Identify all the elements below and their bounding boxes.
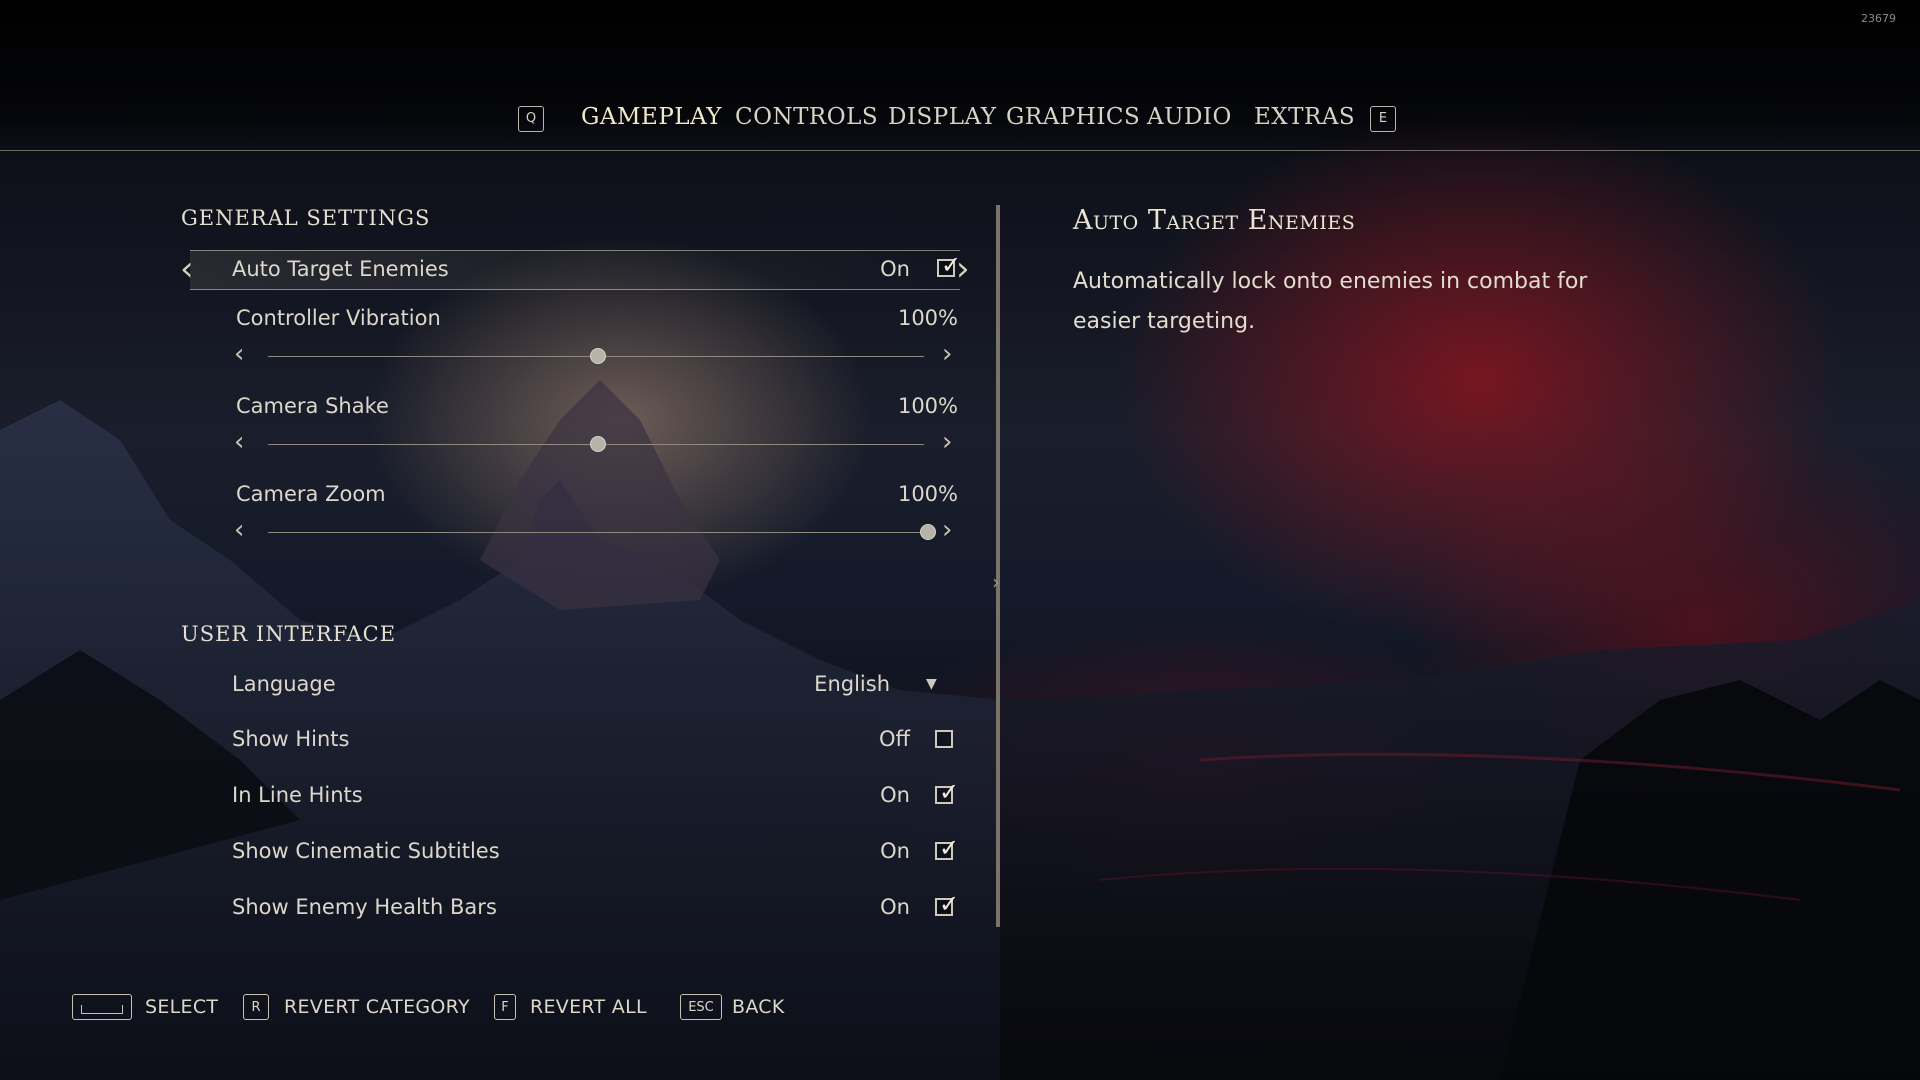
chevron-left-icon[interactable]: ‹ bbox=[234, 517, 244, 543]
controller-vibration-thumb[interactable] bbox=[590, 348, 606, 364]
enemy-health-bars-checkbox[interactable]: ✓ bbox=[935, 892, 959, 916]
tab-extras[interactable]: EXTRAS bbox=[1254, 104, 1355, 130]
category-tabs: Q GAMEPLAY CONTROLS DISPLAY GRAPHICS AUD… bbox=[0, 96, 1920, 140]
cinematic-subtitles-value: On bbox=[880, 839, 910, 863]
select-action[interactable]: SELECT bbox=[145, 996, 218, 1018]
show-hints-label: Show Hints bbox=[232, 727, 350, 751]
show-hints-value: Off bbox=[879, 727, 910, 751]
chevron-left-icon[interactable]: ‹ bbox=[234, 429, 244, 455]
camera-shake-thumb[interactable] bbox=[590, 436, 606, 452]
back-action[interactable]: BACK bbox=[732, 996, 785, 1018]
chevron-right-icon[interactable]: › bbox=[942, 429, 952, 455]
revert-category-key: R bbox=[243, 994, 269, 1020]
prev-tab-key[interactable]: Q bbox=[518, 106, 544, 132]
auto-target-checkbox[interactable]: ✓ bbox=[937, 253, 961, 277]
description-text: Automatically lock onto enemies in comba… bbox=[1073, 269, 1588, 334]
nav-divider bbox=[0, 150, 1920, 151]
camera-shake-label: Camera Shake bbox=[236, 394, 389, 418]
controller-vibration-value: 100% bbox=[897, 306, 958, 330]
scroll-handle-icon[interactable]: › bbox=[992, 570, 1000, 594]
build-number: 23679 bbox=[1861, 12, 1896, 25]
check-icon: ✓ bbox=[941, 251, 962, 279]
language-dropdown[interactable]: English bbox=[770, 672, 890, 696]
section-user-interface: USER INTERFACE bbox=[181, 622, 397, 646]
chevron-right-icon[interactable]: › bbox=[942, 517, 952, 543]
chevron-right-icon[interactable]: › bbox=[942, 341, 952, 367]
auto-target-label: Auto Target Enemies bbox=[232, 257, 449, 281]
esc-key: ESC bbox=[680, 994, 722, 1020]
camera-zoom-label: Camera Zoom bbox=[236, 482, 386, 506]
in-line-hints-checkbox[interactable]: ✓ bbox=[935, 780, 959, 804]
tab-audio[interactable]: AUDIO bbox=[1147, 104, 1232, 130]
check-icon: ✓ bbox=[939, 890, 960, 918]
enemy-health-bars-value: On bbox=[880, 895, 910, 919]
in-line-hints-value: On bbox=[880, 783, 910, 807]
revert-category-action[interactable]: REVERT CATEGORY bbox=[284, 996, 470, 1018]
cinematic-subtitles-label: Show Cinematic Subtitles bbox=[232, 839, 500, 863]
controller-vibration-label: Controller Vibration bbox=[236, 306, 441, 330]
in-line-hints-label: In Line Hints bbox=[232, 783, 363, 807]
description-title: Auto Target Enemies bbox=[1073, 205, 1356, 236]
check-icon: ✓ bbox=[939, 778, 960, 806]
spacebar-key-icon bbox=[72, 994, 132, 1020]
language-label: Language bbox=[232, 672, 336, 696]
tab-gameplay[interactable]: GAMEPLAY bbox=[581, 104, 722, 130]
enemy-health-bars-label: Show Enemy Health Bars bbox=[232, 895, 497, 919]
chevron-left-icon[interactable]: ‹ bbox=[234, 341, 244, 367]
camera-zoom-slider[interactable] bbox=[268, 532, 924, 533]
cinematic-subtitles-checkbox[interactable]: ✓ bbox=[935, 836, 959, 860]
tab-controls[interactable]: CONTROLS bbox=[735, 104, 878, 130]
dropdown-arrow-icon[interactable]: ▼ bbox=[926, 676, 937, 692]
section-general-settings: GENERAL SETTINGS bbox=[181, 206, 431, 230]
next-tab-key[interactable]: E bbox=[1370, 106, 1396, 132]
settings-scrollbar[interactable] bbox=[996, 205, 1000, 927]
show-hints-checkbox[interactable] bbox=[935, 730, 953, 748]
tab-graphics[interactable]: GRAPHICS bbox=[1006, 104, 1140, 130]
chevron-left-icon[interactable]: ‹ bbox=[180, 252, 194, 286]
camera-zoom-thumb[interactable] bbox=[920, 524, 936, 540]
auto-target-value: On bbox=[880, 257, 910, 281]
revert-all-key: F bbox=[494, 994, 516, 1020]
camera-zoom-value: 100% bbox=[897, 482, 958, 506]
tab-display[interactable]: DISPLAY bbox=[888, 104, 996, 130]
footer-hints: SELECT R REVERT CATEGORY F REVERT ALL ES… bbox=[0, 990, 1920, 1030]
camera-shake-value: 100% bbox=[897, 394, 958, 418]
check-icon: ✓ bbox=[939, 834, 960, 862]
revert-all-action[interactable]: REVERT ALL bbox=[530, 996, 647, 1018]
